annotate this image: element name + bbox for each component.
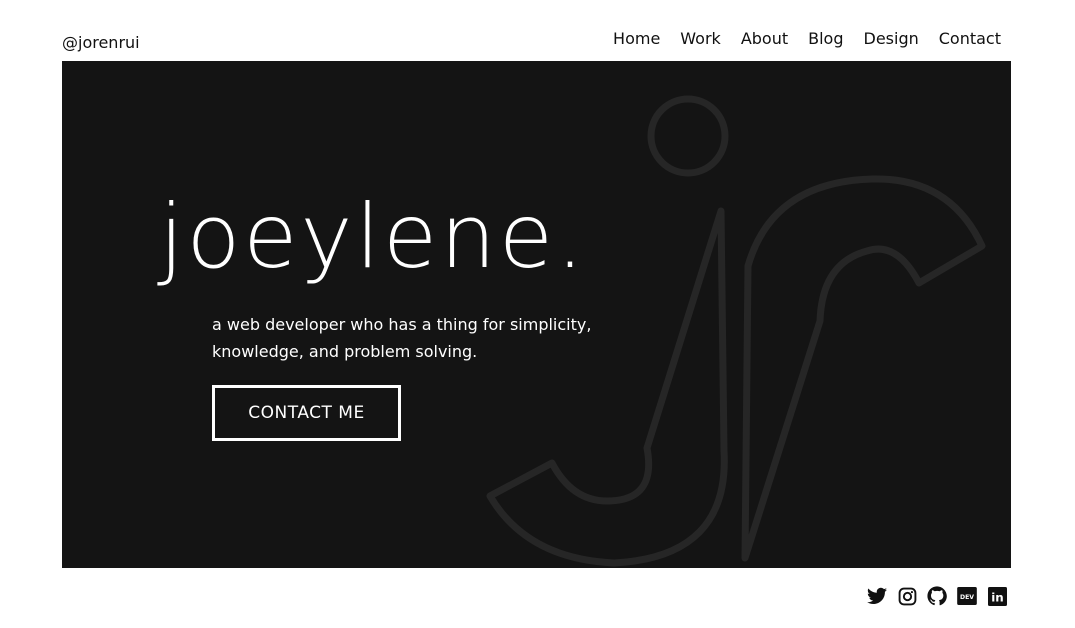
site-handle-link[interactable]: @jorenrui bbox=[62, 32, 140, 54]
hero-tagline: a web developer who has a thing for simp… bbox=[212, 311, 592, 365]
tagline-line-2: knowledge, and problem solving. bbox=[212, 342, 478, 361]
linkedin-link[interactable]: in bbox=[987, 585, 1007, 607]
twitter-icon bbox=[867, 587, 887, 604]
dev-icon: DEV bbox=[957, 587, 977, 605]
main-nav: Home Work About Blog Design Contact bbox=[613, 28, 1001, 50]
linkedin-icon: in bbox=[987, 586, 1007, 606]
linkedin-icon-text: in bbox=[991, 590, 1004, 604]
nav-contact[interactable]: Contact bbox=[939, 28, 1001, 50]
instagram-icon bbox=[898, 587, 916, 605]
nav-home[interactable]: Home bbox=[613, 28, 660, 50]
page: @jorenrui Home Work About Blog Design Co… bbox=[0, 0, 1075, 628]
hero-title: joeylene. bbox=[159, 185, 587, 288]
instagram-link[interactable] bbox=[897, 585, 917, 607]
contact-me-button[interactable]: CONTACT ME bbox=[212, 385, 401, 441]
nav-work[interactable]: Work bbox=[680, 28, 721, 50]
tagline-line-1: a web developer who has a thing for simp… bbox=[212, 315, 592, 334]
nav-about[interactable]: About bbox=[741, 28, 788, 50]
dev-icon-text: DEV bbox=[960, 594, 974, 601]
github-link[interactable] bbox=[927, 585, 947, 607]
nav-design[interactable]: Design bbox=[864, 28, 919, 50]
social-links: DEV in bbox=[867, 585, 1007, 607]
dev-link[interactable]: DEV bbox=[957, 585, 977, 607]
twitter-link[interactable] bbox=[867, 585, 887, 607]
hero-section: joeylene. a web developer who has a thin… bbox=[62, 61, 1011, 568]
nav-blog[interactable]: Blog bbox=[808, 28, 843, 50]
github-icon bbox=[927, 586, 947, 606]
